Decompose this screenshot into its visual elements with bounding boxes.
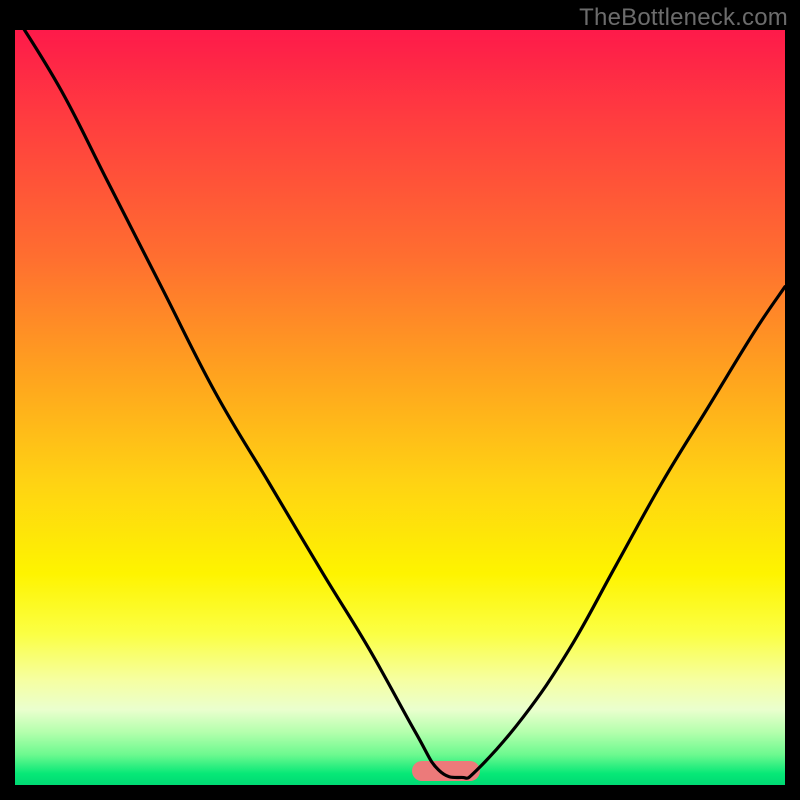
watermark-text: TheBottleneck.com <box>579 4 788 32</box>
chart-frame: TheBottleneck.com <box>0 0 800 800</box>
curve-path <box>15 30 785 778</box>
bottleneck-curve <box>15 30 785 785</box>
plot-area <box>15 30 785 785</box>
